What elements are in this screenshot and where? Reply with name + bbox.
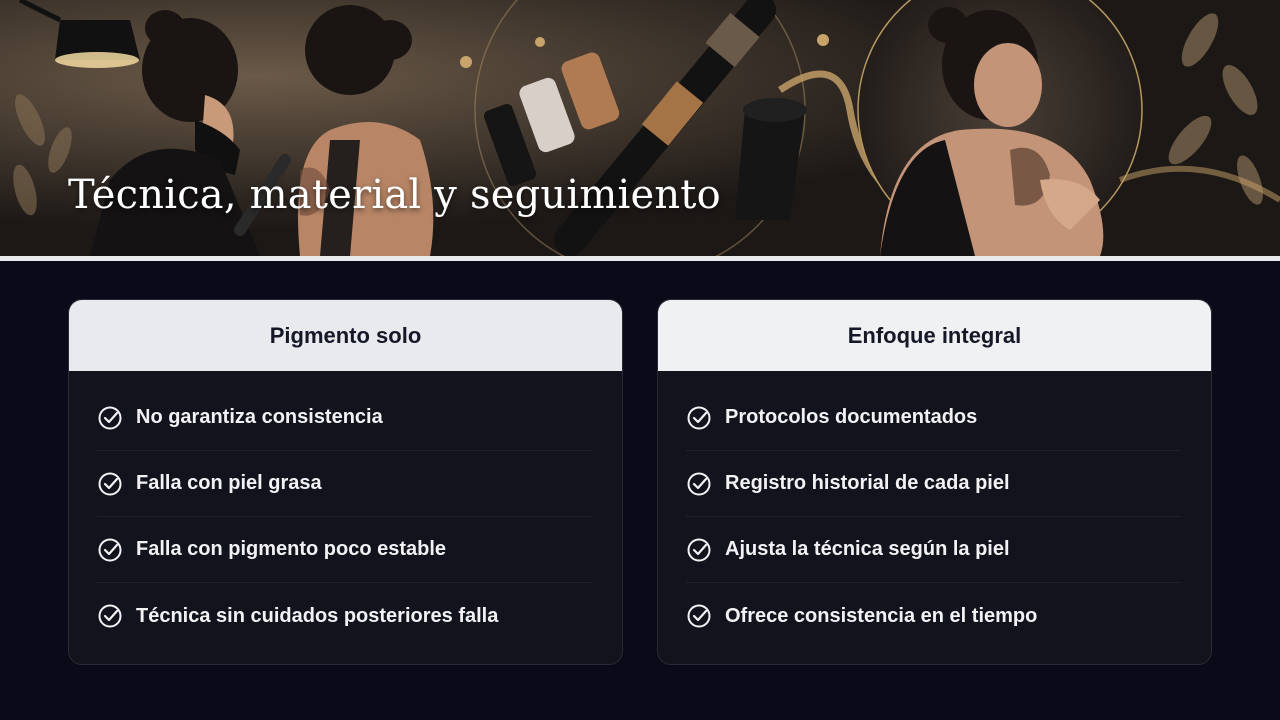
- check-circle-icon: [97, 537, 123, 563]
- list-item-label: Técnica sin cuidados posteriores falla: [136, 604, 499, 627]
- list-item: Falla con pigmento poco estable: [97, 517, 592, 583]
- list-item: Ofrece consistencia en el tiempo: [686, 583, 1181, 649]
- check-circle-icon: [686, 537, 712, 563]
- page-title: Técnica, material y seguimiento: [68, 172, 721, 218]
- comparison-card-integral-approach: Enfoque integral Protocolos documentados…: [657, 299, 1212, 665]
- list-item: Protocolos documentados: [686, 385, 1181, 451]
- list-item-label: No garantiza consistencia: [136, 406, 383, 428]
- list-item-label: Protocolos documentados: [725, 406, 978, 428]
- check-circle-icon: [97, 603, 123, 629]
- check-circle-icon: [686, 405, 712, 431]
- check-circle-icon: [686, 471, 712, 497]
- hero-divider: [0, 256, 1280, 261]
- slide: Técnica, material y seguimiento Pigmento…: [0, 0, 1280, 720]
- list-item: Ajusta la técnica según la piel: [686, 517, 1181, 583]
- list-item-label: Ofrece consistencia en el tiempo: [725, 604, 1038, 627]
- list-item: No garantiza consistencia: [97, 385, 592, 451]
- card-title: Pigmento solo: [69, 300, 622, 371]
- hero-banner: Técnica, material y seguimiento: [0, 0, 1280, 256]
- list-item: Falla con piel grasa: [97, 451, 592, 517]
- list-item: Técnica sin cuidados posteriores falla: [97, 583, 592, 649]
- list-item-label: Registro historial de cada piel: [725, 472, 1010, 494]
- check-circle-icon: [686, 603, 712, 629]
- list-item: Registro historial de cada piel: [686, 451, 1181, 517]
- check-circle-icon: [97, 405, 123, 431]
- card-title: Enfoque integral: [658, 300, 1211, 371]
- check-circle-icon: [97, 471, 123, 497]
- list-item-label: Falla con piel grasa: [136, 472, 322, 494]
- list-item-label: Falla con pigmento poco estable: [136, 538, 447, 560]
- card-item-list: No garantiza consistencia Falla con piel…: [69, 371, 622, 649]
- list-item-label: Ajusta la técnica según la piel: [725, 538, 1010, 560]
- comparison-card-pigment-only: Pigmento solo No garantiza consistencia …: [68, 299, 623, 665]
- card-item-list: Protocolos documentados Registro histori…: [658, 371, 1211, 649]
